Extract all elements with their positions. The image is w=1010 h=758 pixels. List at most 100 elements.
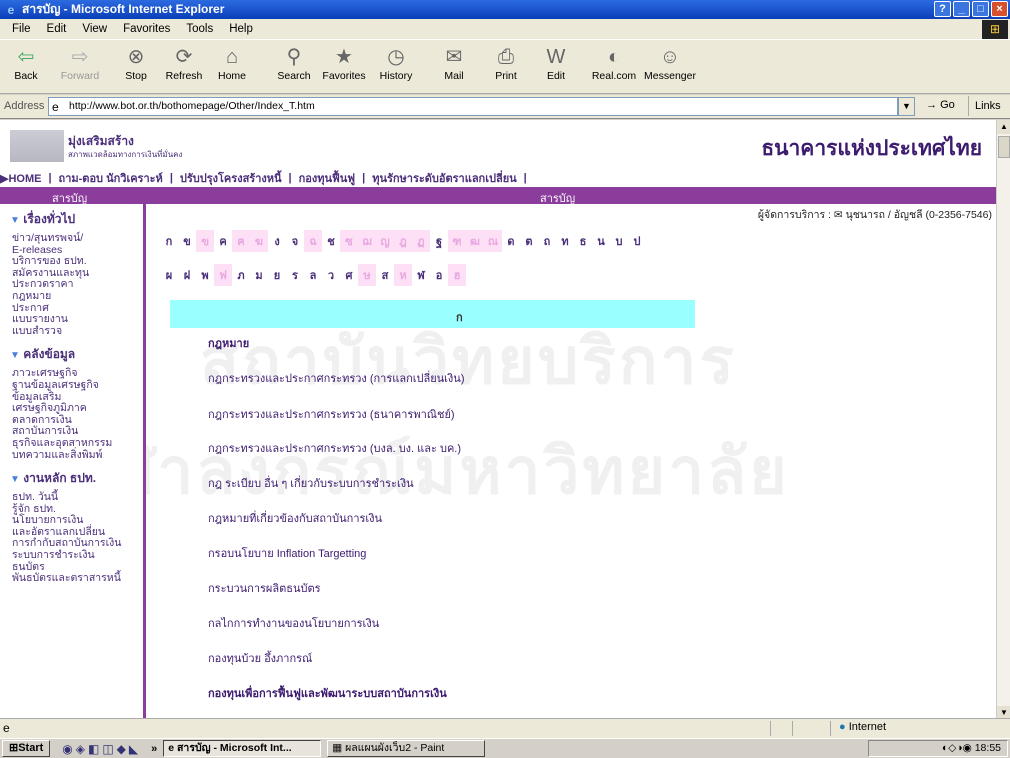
print-button[interactable]: ⎙ Print (482, 44, 530, 82)
favorites-button[interactable]: ★ Favorites (320, 44, 368, 82)
menu-file[interactable]: File (8, 23, 35, 35)
sidebar-link[interactable]: เศรษฐกิจภูมิภาค (12, 403, 143, 415)
sidebar-section-title[interactable]: ▼ งานหลัก ธปท. (10, 469, 143, 488)
scroll-thumb[interactable] (998, 136, 1010, 158)
tray-icons[interactable]: ◐◇◑◉ (942, 742, 975, 754)
home-button[interactable]: ⌂ Home (208, 44, 256, 82)
alphabet-letter-link[interactable]: ช (322, 230, 340, 252)
forward-button[interactable]: ⇨ Forward (56, 44, 104, 82)
sidebar-link[interactable]: ข่าว/สุนทรพจน์/ (12, 232, 143, 245)
quicklaunch-chevron-icon[interactable]: » (151, 743, 157, 755)
alphabet-letter-link[interactable]: ย (268, 264, 286, 286)
alphabet-letter-link[interactable]: ฝ (178, 264, 196, 286)
go-button[interactable]: → Go (926, 99, 955, 111)
alphabet-letter-link[interactable]: ส (376, 264, 394, 286)
index-entry-link[interactable]: กองทุนบ้วย อึ้งภากรณ์ (208, 649, 312, 667)
realcom-button[interactable]: ◐ Real.com (590, 44, 638, 82)
sidebar-link[interactable]: แบบสำรวจ (12, 325, 143, 338)
index-entry-link[interactable]: กฎหมายที่เกี่ยวข้องกับสถาบันการเงิน (208, 509, 382, 527)
nav-home[interactable]: ▶HOME (0, 172, 41, 185)
nav-exchange-fund[interactable]: ทุนรักษาระดับอัตราแลกเปลี่ยน (372, 169, 516, 187)
taskbar-item-ie[interactable]: e สารบัญ - Microsoft Int... (163, 740, 322, 757)
alphabet-letter-link[interactable]: ฐ (430, 230, 448, 252)
index-entry-link[interactable]: กองทุนเพื่อการฟื้นฟูและพัฒนาระบบสถาบันกา… (208, 684, 447, 702)
sidebar-section-title[interactable]: ▼ คลังข้อมูล (10, 345, 143, 364)
alphabet-letter-link[interactable]: ว (322, 264, 340, 286)
alphabet-letter-link[interactable]: ก (160, 230, 178, 252)
coordinator-contact[interactable]: ผู้จัดการบริการ : ✉ นุชนารถ / อัญชลี (0-… (758, 206, 992, 223)
nav-fidf[interactable]: กองทุนฟื้นฟู (299, 169, 356, 187)
alphabet-letter-link[interactable]: ล (304, 264, 322, 286)
index-entry-link[interactable]: กระบวนการผลิตธนบัตร (208, 579, 321, 597)
help-button[interactable]: ? (934, 1, 951, 17)
quick-launch[interactable]: ◉◈◧◫◆◣ (62, 742, 141, 756)
alphabet-letter-link[interactable]: ผ (160, 264, 178, 286)
history-button[interactable]: ◷ History (372, 44, 420, 82)
index-entry-link[interactable]: กฎ ระเบียบ อื่น ๆ เกี่ยวกับระบบการชำระเง… (208, 474, 414, 492)
alphabet-letter-link[interactable]: น (592, 230, 610, 252)
maximize-button[interactable]: □ (972, 1, 989, 17)
menu-view[interactable]: View (78, 23, 111, 35)
sidebar-link[interactable]: ธุรกิจและอุตสาหกรรม (12, 437, 143, 450)
alphabet-letter-link[interactable]: ต (520, 230, 538, 252)
menu-favorites[interactable]: Favorites (119, 23, 174, 35)
sidebar-section-title[interactable]: ▼ เรื่องทั่วไป (10, 210, 143, 229)
alphabet-letter-link[interactable]: จ (286, 230, 304, 252)
index-entry-link[interactable]: กลไกการทำงานของนโยบายการเงิน (208, 614, 379, 632)
sidebar-link[interactable]: ธปท. วันนี้ (12, 491, 143, 504)
taskbar-item-paint[interactable]: ▦ ผลแผนผังเว็บ2 - Paint (327, 740, 486, 757)
alphabet-letter-link[interactable]: ด (502, 230, 520, 252)
sidebar-link[interactable]: ฐานข้อมูลเศรษฐกิจ (12, 379, 143, 392)
alphabet-letter-link[interactable]: ร (286, 264, 304, 286)
index-entry-link[interactable]: กฎกระทรวงและประกาศกระทรวง (การแลกเปลี่ยน… (208, 369, 465, 387)
sidebar-link[interactable]: กฎหมาย (12, 290, 143, 303)
index-entry-link[interactable]: กรอบนโยบาย Inflation Targetting (208, 544, 366, 562)
minimize-button[interactable]: _ (953, 1, 970, 17)
menu-tools[interactable]: Tools (182, 23, 217, 35)
mail-button[interactable]: ✉ Mail (430, 44, 478, 82)
alphabet-letter-link[interactable]: ท (556, 230, 574, 252)
address-input[interactable]: e http://www.bot.or.th/bothomepage/Other… (48, 97, 898, 116)
alphabet-letter-link[interactable]: อ (430, 264, 448, 286)
alphabet-letter-link[interactable]: ค (214, 230, 232, 252)
sidebar-link[interactable]: ระบบการชำระเงิน (12, 549, 143, 562)
alphabet-letter-link: ษ (358, 264, 376, 286)
start-button[interactable]: ⊞Start (2, 740, 51, 757)
menu-help[interactable]: Help (225, 23, 257, 35)
nav-debt-restructuring[interactable]: ปรับปรุงโครงสร้างหนี้ (180, 169, 282, 187)
alphabet-letter-link[interactable]: ฬ (412, 264, 430, 286)
title-bar: e สารบัญ - Microsoft Internet Explorer ?… (0, 0, 1010, 19)
index-entry-link[interactable]: กฎกระทรวงและประกาศกระทรวง (บงล. บง. และ … (208, 439, 461, 457)
close-button[interactable]: × (991, 1, 1008, 17)
refresh-button[interactable]: ⟳ Refresh (160, 44, 208, 82)
stop-button[interactable]: ⊗ Stop (112, 44, 160, 82)
alphabet-letter-link[interactable]: ศ (340, 264, 358, 286)
back-button[interactable]: ⇦ Back (2, 44, 50, 82)
index-entry-link[interactable]: กฎกระทรวงและประกาศกระทรวง (ธนาคารพาณิชย์… (208, 405, 455, 423)
alphabet-letter-link[interactable]: พ (196, 264, 214, 286)
links-button[interactable]: Links (968, 96, 1001, 116)
alphabet-letter-link[interactable]: ข (178, 230, 196, 252)
scroll-up-icon[interactable]: ▲ (997, 120, 1010, 134)
alphabet-letter-link[interactable]: ป (628, 230, 646, 252)
sidebar-link[interactable]: แบบรายงาน (12, 314, 143, 326)
messenger-button[interactable]: ☺ Messenger (640, 44, 700, 82)
alphabet-letter-link[interactable]: ธ (574, 230, 592, 252)
sidebar-link[interactable]: บทความและสิ่งพิมพ์ (12, 449, 143, 462)
alphabet-letter-link[interactable]: ถ (538, 230, 556, 252)
alphabet-letter-link[interactable]: ภ (232, 264, 250, 286)
index-entry-link[interactable]: กฎหมาย (208, 334, 249, 352)
sidebar-section: ▼ เรื่องทั่วไป ข่าว/สุนทรพจน์/E-releases บ… (0, 210, 143, 337)
alphabet-letter-link[interactable]: ง (268, 230, 286, 252)
alphabet-letter-link[interactable]: ม (250, 264, 268, 286)
menu-edit[interactable]: Edit (43, 23, 71, 35)
bot-logo[interactable]: ธนาคารแห่งประเทศไทย (761, 132, 982, 165)
vertical-scrollbar[interactable]: ▲ ▼ (996, 120, 1010, 720)
address-dropdown-icon[interactable]: ▼ (898, 97, 915, 116)
edit-button[interactable]: W Edit (532, 44, 580, 82)
triangle-down-icon: ▼ (10, 474, 20, 486)
alphabet-letter-link[interactable]: บ (610, 230, 628, 252)
search-button[interactable]: ⚲ Search (270, 44, 318, 82)
sidebar-link[interactable]: พันธบัตรและตราสารหนี้ (12, 573, 143, 585)
nav-qa[interactable]: ถาม-ตอบ นักวิเคราะห์ (59, 169, 163, 187)
